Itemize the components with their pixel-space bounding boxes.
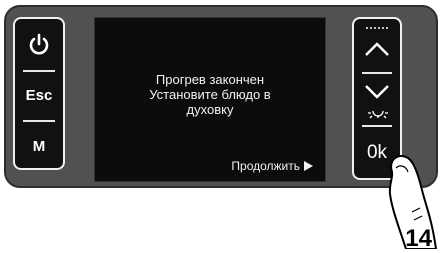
left-key-strip: Esc M	[13, 17, 65, 170]
message-line-1: Прогрев закончен	[155, 72, 265, 87]
m-button[interactable]: M	[15, 127, 63, 165]
down-button[interactable]	[354, 79, 400, 105]
key-divider	[362, 72, 392, 74]
chevron-down-icon	[365, 85, 389, 99]
esc-label: Esc	[25, 86, 53, 104]
light-icon	[368, 110, 388, 119]
message-line-2: Установите блюдо в	[149, 87, 271, 102]
display-screen: Прогрев закончен Установите блюдо в духо…	[94, 17, 326, 182]
esc-button[interactable]: Esc	[15, 77, 63, 113]
key-divider	[23, 70, 55, 72]
chevron-up-icon	[365, 42, 389, 56]
continue-label: Продолжить	[231, 159, 300, 173]
m-label: M	[32, 137, 46, 155]
continue-option[interactable]: Продолжить	[231, 159, 313, 173]
power-button[interactable]	[15, 25, 63, 63]
screen-message: Прогрев закончен Установите блюдо в духо…	[95, 72, 325, 117]
key-divider	[23, 120, 55, 122]
top-light-dots-icon	[366, 27, 388, 29]
up-button[interactable]	[354, 33, 400, 65]
play-right-icon	[304, 161, 313, 171]
key-divider	[362, 125, 392, 127]
message-line-3: духовку	[186, 102, 234, 117]
power-icon	[29, 33, 49, 55]
